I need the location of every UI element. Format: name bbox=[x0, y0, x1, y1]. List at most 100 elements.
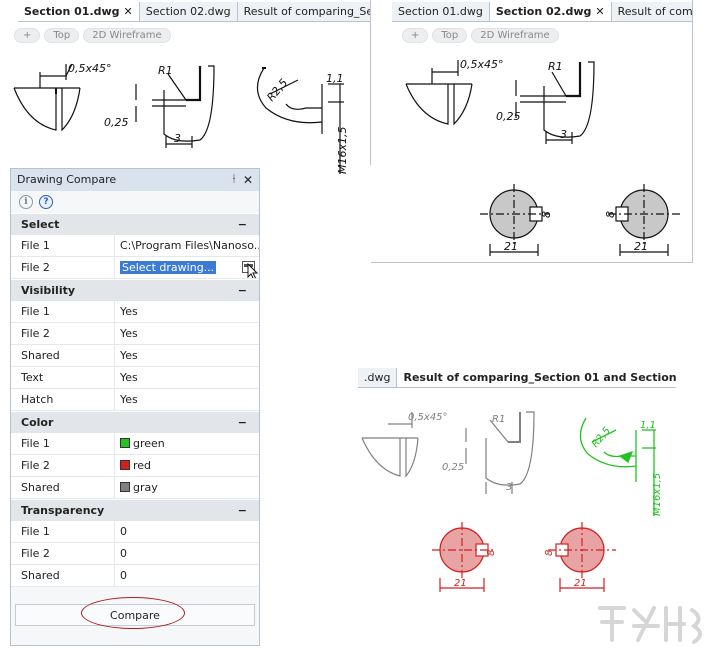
color-swatch bbox=[120, 438, 130, 448]
result-drawing: 0,5x45° R1 0,25 3 R2,5 1,1 M16x1,5 21 21… bbox=[361, 411, 663, 592]
collapse-icon[interactable]: − bbox=[238, 412, 247, 434]
panel-toolbar: i ? bbox=[11, 191, 259, 213]
color-row[interactable]: Shared gray bbox=[11, 477, 259, 499]
visual-style-button[interactable]: 2D Wireframe bbox=[471, 28, 559, 43]
transparency-row[interactable]: File 20 bbox=[11, 543, 259, 565]
row-value[interactable]: Yes bbox=[115, 367, 259, 388]
color-value[interactable]: red bbox=[115, 455, 259, 476]
row-value[interactable]: Yes bbox=[115, 323, 259, 344]
tab-section-01[interactable]: Section 01.dwg ✕ bbox=[18, 2, 140, 21]
row-value[interactable]: 0 bbox=[115, 521, 259, 542]
row-value[interactable]: Yes bbox=[115, 301, 259, 322]
collapse-icon[interactable]: − bbox=[238, 214, 247, 236]
transparency-row[interactable]: Shared 0 bbox=[11, 565, 259, 587]
dim-8: 8 bbox=[540, 211, 553, 218]
tab-section-02[interactable]: Section 02.dwg ✕ bbox=[489, 2, 612, 21]
row-key: File 1 bbox=[11, 433, 115, 454]
dim-r25: R2,5 bbox=[590, 425, 613, 450]
file1-path[interactable]: C:\Program Files\Nanoso... bbox=[115, 235, 259, 256]
row-key: File 2 bbox=[11, 257, 115, 278]
dim-025: 0,25 bbox=[104, 116, 129, 129]
dim-8: 8 bbox=[604, 211, 617, 218]
tab-result[interactable]: Result of comparing_Sectio bbox=[237, 2, 370, 21]
file2-selector[interactable]: Select drawing... bbox=[115, 257, 259, 278]
visibility-row[interactable]: File 1 Yes bbox=[11, 301, 259, 323]
visibility-row[interactable]: Text Yes bbox=[11, 367, 259, 389]
visual-style-button[interactable]: 2D Wireframe bbox=[83, 28, 171, 43]
row-key: Shared bbox=[11, 477, 115, 498]
row-key: Text bbox=[11, 367, 115, 388]
dim-21: 21 bbox=[634, 240, 648, 253]
panel-titlebar: Drawing Compare ᚽ ✕ bbox=[11, 169, 259, 191]
transparency-row[interactable]: File 10 bbox=[11, 521, 259, 543]
compare-button[interactable]: Compare bbox=[15, 604, 255, 626]
section-transparency[interactable]: Transparency − bbox=[11, 499, 259, 521]
section-color[interactable]: Color − bbox=[11, 411, 259, 433]
visibility-row[interactable]: Shared Yes bbox=[11, 345, 259, 367]
right-view-controls: + Top 2D Wireframe bbox=[402, 28, 559, 43]
view-top-button[interactable]: Top bbox=[432, 28, 468, 43]
tab-result[interactable]: Result of comp bbox=[611, 2, 692, 21]
info-icon[interactable]: i bbox=[19, 195, 33, 209]
dim-r1: R1 bbox=[548, 60, 563, 73]
section-select[interactable]: Select − bbox=[11, 213, 259, 235]
color-row[interactable]: File 2 red bbox=[11, 455, 259, 477]
dim-025: 0,25 bbox=[442, 462, 464, 473]
dim-chamfer: 0,5x45° bbox=[460, 58, 504, 71]
close-icon[interactable]: ✕ bbox=[124, 2, 133, 21]
dim-thread: M16x1,5 bbox=[652, 473, 663, 516]
row-key: Hatch bbox=[11, 389, 115, 410]
tab-result[interactable]: Result of comparing_Section 01 and Secti… bbox=[397, 368, 676, 387]
row-value[interactable]: 0 bbox=[115, 565, 259, 586]
dim-21: 21 bbox=[504, 240, 518, 253]
color-swatch bbox=[120, 460, 130, 470]
select-file2-row[interactable]: File 2 Select drawing... bbox=[11, 257, 259, 279]
close-icon[interactable]: ✕ bbox=[243, 169, 253, 191]
help-icon[interactable]: ? bbox=[39, 195, 53, 209]
dim-3: 3 bbox=[506, 482, 512, 493]
close-icon[interactable]: ✕ bbox=[595, 2, 604, 21]
dim-thread: M16x1,5 bbox=[336, 127, 349, 175]
row-value[interactable]: Yes bbox=[115, 389, 259, 410]
row-key: File 1 bbox=[11, 235, 115, 256]
section-visibility[interactable]: Visibility − bbox=[11, 279, 259, 301]
section-01-drawing: 0,5x45° R1 0,25 3 R2,5 1,1 M16x1,5 bbox=[13, 62, 349, 175]
mouse-cursor-icon bbox=[247, 262, 259, 278]
viewport-plus-button[interactable]: + bbox=[14, 28, 41, 43]
row-key: File 2 bbox=[11, 543, 115, 564]
row-key: File 1 bbox=[11, 301, 115, 322]
row-value[interactable]: 0 bbox=[115, 543, 259, 564]
row-key: File 1 bbox=[11, 521, 115, 542]
left-view-controls: + Top 2D Wireframe bbox=[14, 28, 171, 43]
watermark-logo bbox=[598, 606, 702, 644]
color-swatch bbox=[120, 482, 130, 492]
view-top-button[interactable]: Top bbox=[44, 28, 80, 43]
row-value[interactable]: Yes bbox=[115, 345, 259, 366]
row-key: Shared bbox=[11, 565, 115, 586]
dim-r1: R1 bbox=[492, 414, 505, 425]
viewport-plus-button[interactable]: + bbox=[402, 28, 429, 43]
compare-area: Compare bbox=[11, 601, 259, 629]
pin-icon[interactable]: ᚽ bbox=[231, 169, 237, 191]
left-tabbar: Section 01.dwg ✕ Section 02.dwg Result of… bbox=[18, 2, 370, 22]
right-window-border bbox=[692, 0, 693, 262]
tab-section-01[interactable]: Section 01.dwg bbox=[392, 2, 490, 21]
select-file1-row[interactable]: File 1 C:\Program Files\Nanoso... bbox=[11, 235, 259, 257]
left-window-border bbox=[370, 0, 371, 165]
color-value[interactable]: gray bbox=[115, 477, 259, 498]
dim-r1: R1 bbox=[158, 64, 173, 77]
collapse-icon[interactable]: − bbox=[238, 500, 247, 522]
visibility-row[interactable]: Hatch Yes bbox=[11, 389, 259, 411]
collapse-icon[interactable]: − bbox=[238, 280, 247, 302]
row-key: Shared bbox=[11, 345, 115, 366]
dim-025: 0,25 bbox=[496, 110, 521, 123]
tab-section-02[interactable]: Section 02.dwg bbox=[139, 2, 238, 21]
panel-title: Drawing Compare bbox=[17, 173, 117, 186]
section-02-drawing: 0,5x45° R1 0,25 3 21 21 8 8 bbox=[405, 58, 680, 256]
dim-3: 3 bbox=[174, 132, 181, 145]
visibility-row[interactable]: File 2 Yes bbox=[11, 323, 259, 345]
color-value[interactable]: green bbox=[115, 433, 259, 454]
color-row[interactable]: File 1 green bbox=[11, 433, 259, 455]
tab-previous[interactable]: .dwg bbox=[358, 368, 398, 387]
dim-8: 8 bbox=[544, 550, 555, 556]
